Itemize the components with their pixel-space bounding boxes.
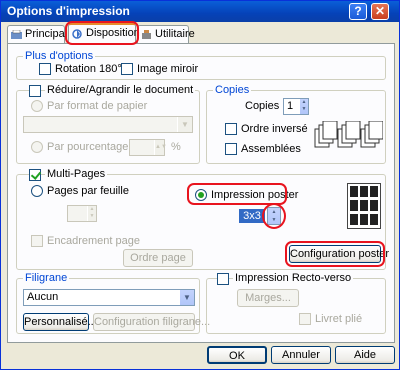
chevron-down-icon: ▼ <box>177 117 192 132</box>
tab-principal[interactable]: Principal <box>7 25 68 43</box>
reduire-label: Réduire/Agrandir le document <box>45 84 196 96</box>
collate-pages-icon <box>313 120 384 153</box>
copies-legend: Copies <box>213 84 252 96</box>
multipages-group: Multi-Pages Pages par feuille ▲ ▼ Encadre… <box>16 168 389 270</box>
multipages-label: Multi-Pages <box>45 168 108 180</box>
help-button[interactable]: ? <box>349 3 367 20</box>
recto-verso-group: Impression Recto-verso Marges... Livret … <box>206 272 386 334</box>
tab-utilitaire-label: Utilitaire <box>155 28 195 40</box>
par-pourcentage-label: Par pourcentage <box>47 141 129 153</box>
reduire-checkbox[interactable] <box>29 85 41 97</box>
spinner-arrows-icon: ▲▼ <box>154 140 167 155</box>
assemblees-checkbox[interactable] <box>225 143 237 155</box>
personnalise-button[interactable]: Personnalisé... <box>23 313 97 331</box>
par-format-radio[interactable] <box>31 100 43 112</box>
pages-par-feuille-radio[interactable] <box>31 185 43 197</box>
encadrement-label: Encadrement page <box>47 235 140 247</box>
dialog-window: Options d'impression ? ✕ Principal Dispo… <box>0 0 400 370</box>
reduire-group: Réduire/Agrandir le document Par format … <box>16 84 200 164</box>
annuler-button[interactable]: Annuler <box>271 346 331 364</box>
principal-tab-icon <box>11 29 22 39</box>
copies-label: Copies <box>245 100 280 112</box>
disposition-tab-highlight <box>65 21 139 45</box>
plus-options-group: Plus d'options Rotation 180° Image miroi… <box>16 50 386 80</box>
utilitaire-tab-icon <box>141 29 152 39</box>
ok-button[interactable]: OK <box>207 346 267 364</box>
livret-label: Livret plié <box>315 313 363 325</box>
spinner-arrows-icon: ▲▼ <box>299 99 308 114</box>
par-format-label: Par format de papier <box>47 100 148 112</box>
filigrane-legend: Filigrane <box>23 272 70 284</box>
pages-count-spinner[interactable]: ▲ ▼ <box>67 205 97 222</box>
plus-options-legend: Plus d'options <box>23 50 96 62</box>
ordre-inverse-label: Ordre inversé <box>241 123 308 135</box>
tab-principal-label: Principal <box>25 28 68 40</box>
paper-format-select[interactable]: ▼ <box>23 116 193 133</box>
marges-button[interactable]: Marges... <box>237 289 299 307</box>
window-title: Options d'impression <box>7 4 130 18</box>
assemblees-label: Assemblées <box>241 143 301 155</box>
pages-par-feuille-label: Pages par feuille <box>47 185 129 197</box>
configuration-filigrane-button[interactable]: Configuration filigrane... <box>93 313 210 331</box>
recto-verso-label: Impression Recto-verso <box>233 272 354 284</box>
rotation-label: Rotation 180° <box>55 63 122 75</box>
filigrane-selected: Aucun <box>27 291 59 303</box>
percentage-spinner[interactable]: ▲▼ <box>129 139 167 156</box>
tab-utilitaire[interactable]: Utilitaire <box>137 25 195 43</box>
spinner-highlight <box>262 203 286 229</box>
filigrane-select[interactable]: Aucun ▼ <box>23 289 195 306</box>
multipages-checkbox[interactable] <box>29 169 41 181</box>
ordre-page-button[interactable]: Ordre page <box>123 249 193 267</box>
filigrane-group: Filigrane Aucun ▼ Personnalisé... Configu… <box>16 272 210 334</box>
livret-checkbox[interactable] <box>299 313 311 325</box>
miroir-checkbox[interactable] <box>121 63 133 75</box>
aide-button[interactable]: Aide <box>335 346 395 364</box>
close-button[interactable]: ✕ <box>371 3 389 20</box>
copies-value: 1 <box>287 100 294 112</box>
chevron-down-icon: ▼ <box>179 290 194 305</box>
poster-radio-highlight <box>187 183 287 205</box>
miroir-label: Image miroir <box>137 63 199 75</box>
spinner-arrows-icon: ▲▼ <box>87 206 96 221</box>
config-poster-highlight <box>285 241 385 267</box>
percent-sign: % <box>171 141 181 153</box>
copies-input[interactable]: 1 ▲ ▼ <box>283 98 309 115</box>
tab-panel: Plus d'options Rotation 180° Image miroi… <box>7 43 395 343</box>
rotation-checkbox[interactable] <box>39 63 51 75</box>
par-pourcentage-radio[interactable] <box>31 141 43 153</box>
encadrement-checkbox[interactable] <box>31 235 43 247</box>
recto-verso-checkbox[interactable] <box>217 273 229 285</box>
ordre-inverse-checkbox[interactable] <box>225 123 237 135</box>
copies-group: Copies Copies 1 ▲ ▼ Ordre inversé Assemblé… <box>206 84 386 164</box>
poster-preview-icon <box>347 183 381 229</box>
title-bar: Options d'impression ? ✕ <box>1 1 399 22</box>
